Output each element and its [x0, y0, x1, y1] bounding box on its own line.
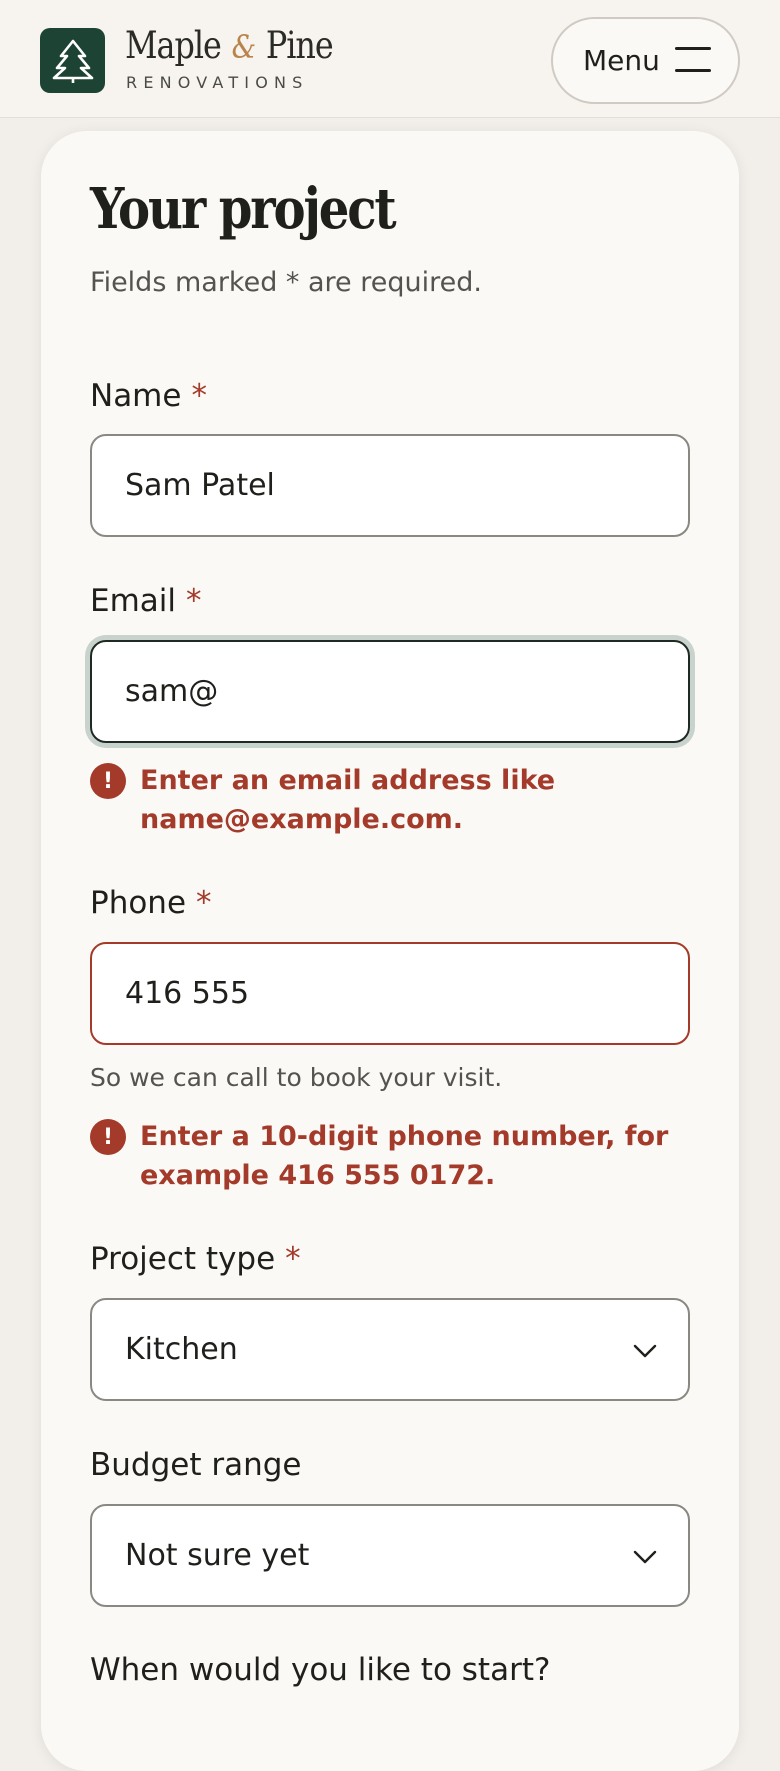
phone-hint: So we can call to book your visit. — [90, 1063, 503, 1092]
hamburger-icon — [675, 47, 711, 73]
menu-button[interactable]: Menu — [551, 17, 740, 104]
email-error: ! Enter an email address like name@examp… — [90, 761, 700, 841]
email-value: sam@ — [125, 674, 219, 709]
chevron-down-icon — [633, 1550, 657, 1564]
phone-label: Phone * — [90, 885, 212, 921]
start-label: When would you like to start? — [90, 1652, 551, 1688]
brand-name[interactable]: Maple & Pine — [125, 24, 334, 67]
name-field[interactable]: Sam Patel — [90, 434, 690, 537]
email-error-text: Enter an email address like name@example… — [140, 765, 556, 835]
email-field[interactable]: sam@ — [90, 640, 690, 743]
phone-value: 416 555 — [125, 976, 250, 1011]
brand-ampersand: & — [231, 28, 257, 66]
phone-error: ! Enter a 10-digit phone number, for exa… — [90, 1117, 700, 1197]
required-note: Fields marked * are required. — [90, 267, 482, 298]
budget-value: Not sure yet — [125, 1538, 310, 1573]
required-star: * — [196, 885, 212, 921]
budget-select[interactable]: Not sure yet — [90, 1504, 690, 1607]
error-icon: ! — [90, 763, 126, 799]
required-star: * — [186, 583, 202, 619]
budget-label: Budget range — [90, 1447, 302, 1483]
phone-error-text: Enter a 10-digit phone number, for examp… — [140, 1121, 669, 1191]
required-star: * — [191, 378, 207, 414]
required-star: * — [285, 1241, 301, 1277]
project-type-value: Kitchen — [125, 1332, 238, 1367]
error-icon: ! — [90, 1119, 126, 1155]
pine-tree-icon[interactable] — [40, 28, 105, 93]
menu-label: Menu — [583, 44, 660, 77]
brand-name-part1: Maple — [125, 24, 222, 67]
name-label: Name * — [90, 378, 207, 414]
page-title: Your project — [90, 176, 397, 242]
project-type-label-text: Project type — [90, 1241, 276, 1277]
brand-subtitle: RENOVATIONS — [126, 73, 309, 92]
name-label-text: Name — [90, 378, 182, 414]
site-header: Maple & Pine RENOVATIONS Menu — [0, 0, 780, 118]
project-type-select[interactable]: Kitchen — [90, 1298, 690, 1401]
email-label: Email * — [90, 583, 202, 619]
phone-label-text: Phone — [90, 885, 187, 921]
project-type-label: Project type * — [90, 1241, 301, 1277]
chevron-down-icon — [633, 1344, 657, 1358]
email-label-text: Email — [90, 583, 177, 619]
phone-field[interactable]: 416 555 — [90, 942, 690, 1045]
brand-name-part2: Pine — [265, 24, 334, 67]
name-value: Sam Patel — [125, 468, 275, 503]
